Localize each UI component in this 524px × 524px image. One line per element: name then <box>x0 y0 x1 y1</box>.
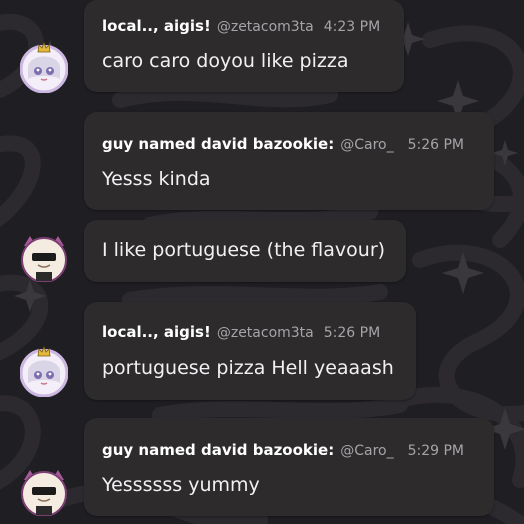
avatar[interactable] <box>20 468 67 516</box>
message-item[interactable]: guy named david bazookie: @Caro_ 5:26 PM Y… <box>0 112 524 210</box>
avatar[interactable] <box>20 345 68 397</box>
message-header: local.., aigis! @zetacom3ta 5:26 PM <box>102 322 380 343</box>
timestamp: 5:26 PM <box>407 137 465 153</box>
avatar[interactable] <box>20 41 68 93</box>
timestamp: 4:23 PM <box>323 19 381 35</box>
message-text: Yesss kinda <box>102 168 211 190</box>
message-bubble: guy named david bazookie: @Caro_ 5:26 PM Y… <box>84 112 494 210</box>
username[interactable]: local.., aigis! <box>102 17 211 35</box>
user-handle: @Caro_ <box>340 137 394 153</box>
username[interactable]: local.., aigis! <box>102 323 211 341</box>
message-item[interactable]: guy named david bazookie: @Caro_ 5:29 PM Y… <box>0 418 524 524</box>
message-header: guy named david bazookie: @Caro_ 5:29 PM <box>102 440 464 461</box>
message-bubble: I like portuguese (the flavour) <box>84 220 406 282</box>
user-handle: @zetacom3ta <box>216 325 314 341</box>
message-text: caro caro doyou like pizza <box>102 50 349 72</box>
message-bubble: local.., aigis! @zetacom3ta 5:26 PM portug… <box>84 302 416 400</box>
message-header: guy named david bazookie: @Caro_ 5:26 PM <box>102 134 464 155</box>
user-handle: @Caro_ <box>340 443 394 459</box>
message-bubble: local.., aigis! @zetacom3ta 4:23 PM caro c… <box>84 0 404 92</box>
message-item[interactable]: local.., aigis! @zetacom3ta 5:26 PM portug… <box>0 302 524 400</box>
timestamp: 5:29 PM <box>407 443 465 459</box>
message-bubble: guy named david bazookie: @Caro_ 5:29 PM Y… <box>84 418 494 516</box>
username[interactable]: guy named david bazookie: <box>102 441 334 459</box>
avatar[interactable] <box>20 234 67 282</box>
crown-badge-icon <box>37 345 51 357</box>
message-text: portuguese pizza Hell yeaaash <box>102 357 394 379</box>
message-text: I like portuguese (the flavour) <box>102 239 386 261</box>
cat-sunglasses-avatar-icon <box>21 236 67 282</box>
chat-view: local.., aigis! @zetacom3ta 4:23 PM caro c… <box>0 0 524 524</box>
cat-sunglasses-avatar-icon <box>21 470 67 516</box>
message-text: Yessssss yummy <box>102 474 260 496</box>
message-header: local.., aigis! @zetacom3ta 4:23 PM <box>102 16 380 37</box>
timestamp: 5:26 PM <box>323 325 381 341</box>
username[interactable]: guy named david bazookie: <box>102 135 334 153</box>
crown-badge-icon <box>37 41 51 53</box>
user-handle: @zetacom3ta <box>216 19 314 35</box>
message-item[interactable]: I like portuguese (the flavour) <box>0 220 524 284</box>
message-item[interactable]: local.., aigis! @zetacom3ta 4:23 PM caro c… <box>0 0 524 100</box>
